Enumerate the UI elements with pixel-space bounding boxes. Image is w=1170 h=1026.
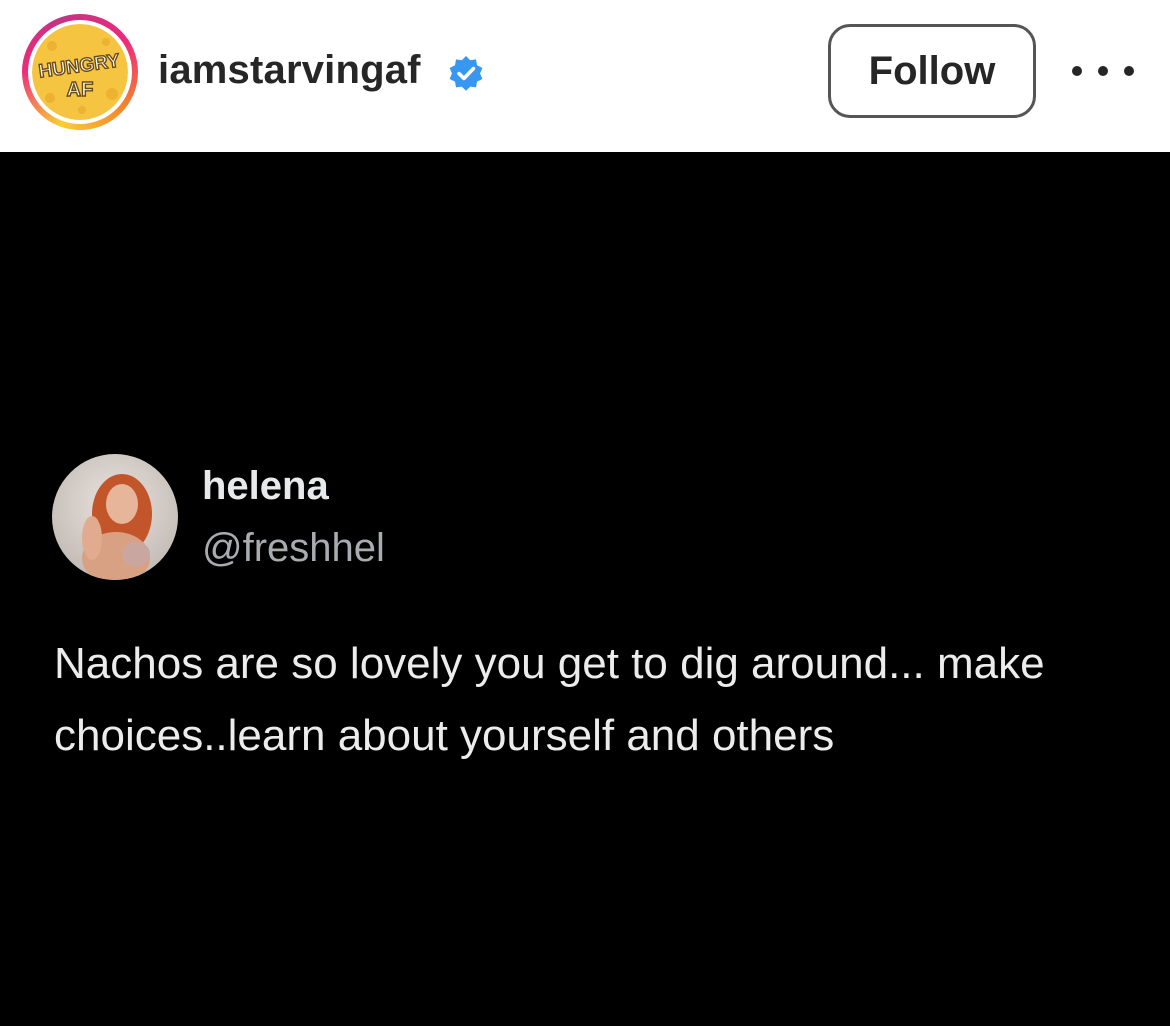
account-avatar[interactable]: HUNGRY AF bbox=[22, 14, 138, 130]
hungry-af-logo: HUNGRY AF bbox=[32, 24, 128, 120]
more-options-icon[interactable] bbox=[1072, 50, 1134, 92]
post-image[interactable]: helena @freshhel Nachos are so lovely yo… bbox=[0, 152, 1170, 1026]
tweet-author-avatar bbox=[52, 454, 178, 580]
more-dot bbox=[1072, 66, 1082, 76]
account-name[interactable]: iamstarvingaf bbox=[158, 44, 421, 96]
verified-badge-icon bbox=[449, 56, 483, 91]
avatar-ring-gap: HUNGRY AF bbox=[28, 20, 132, 124]
more-dot bbox=[1124, 66, 1134, 76]
logo-text-af: AF bbox=[67, 79, 94, 101]
tweet-text: Nachos are so lovely you get to dig arou… bbox=[54, 639, 1045, 760]
post-header: HUNGRY AF iamstarvingaf Follow bbox=[0, 0, 1170, 152]
follow-button[interactable]: Follow bbox=[828, 24, 1036, 118]
tweet-author-handle: @freshhel bbox=[202, 526, 385, 570]
more-dot bbox=[1098, 66, 1108, 76]
tweet-author-name: helena bbox=[202, 464, 329, 508]
